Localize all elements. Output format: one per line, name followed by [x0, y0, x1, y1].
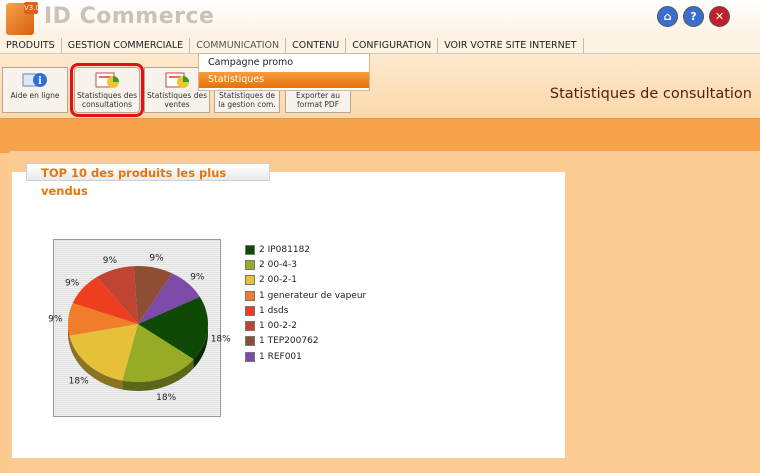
- legend-item: 1 00-2-2: [245, 318, 366, 333]
- tool-label: Aide en ligne: [10, 91, 60, 100]
- menu-gestion-commerciale[interactable]: GESTION COMMERCIALE: [62, 38, 191, 53]
- pie-percent-label: 9%: [149, 254, 164, 264]
- tool-label: Statistiques des consultations: [77, 91, 137, 109]
- panel-title: TOP 10 des produits les plus vendus: [26, 163, 270, 198]
- pie-percent-label: 18%: [69, 377, 89, 387]
- legend-label: 1 TEP200762: [259, 336, 319, 347]
- legend-label: 1 REF001: [259, 351, 302, 362]
- legend-swatch: [245, 275, 255, 286]
- pie-percent-label: 9%: [103, 256, 118, 266]
- main-menu: PRODUITS GESTION COMMERCIALE COMMUNICATI…: [0, 38, 760, 54]
- legend-swatch: [245, 351, 255, 362]
- pie-chart: 18% 18% 18% 9% 9% 9% 9% 9%: [48, 254, 231, 403]
- menu-communication[interactable]: COMMUNICATION: [190, 38, 287, 53]
- help-icon[interactable]: ?: [683, 6, 704, 27]
- pie-percent-label: 18%: [211, 335, 231, 345]
- content-band: [0, 119, 760, 153]
- stats-chart-icon: [164, 71, 190, 89]
- pie-percent-label: 18%: [156, 393, 176, 403]
- legend-item: 2 00-2-1: [245, 273, 366, 288]
- legend-swatch: [245, 259, 255, 270]
- legend-label: 2 IP081182: [259, 244, 311, 255]
- menu-contenu[interactable]: CONTENU: [286, 38, 347, 53]
- info-icon: i: [22, 71, 48, 89]
- tool-label: Statistiques de la gestion com.: [218, 91, 276, 109]
- legend-item: 1 REF001: [245, 349, 366, 364]
- pie-percent-label: 9%: [48, 314, 63, 324]
- help-online-button[interactable]: i Aide en ligne: [2, 67, 68, 113]
- dropdown-item-statistiques[interactable]: Statistiques: [199, 72, 369, 88]
- chart-legend: 2 IP081182 2 00-4-3 2 00-2-1 1 generateur d…: [245, 242, 366, 364]
- legend-item: 2 00-4-3: [245, 257, 366, 272]
- tool-label: Exporter au format PDF: [296, 91, 340, 109]
- close-icon[interactable]: ✕: [709, 6, 730, 27]
- pie-percent-label: 9%: [190, 272, 205, 282]
- version-badge: V3.0: [24, 2, 40, 14]
- header-actions: ⌂ ? ✕: [657, 6, 730, 27]
- brand-title: ID Commerce: [44, 4, 215, 29]
- legend-item: 1 generateur de vapeur: [245, 288, 366, 303]
- legend-label: 2 00-4-3: [259, 259, 297, 270]
- legend-label: 1 00-2-2: [259, 321, 297, 332]
- toolbar: i Aide en ligne Statistiques des consult…: [0, 54, 760, 120]
- pie-percent-label: 9%: [65, 279, 80, 289]
- legend-swatch: [245, 336, 255, 347]
- legend-label: 1 dsds: [259, 305, 289, 316]
- legend-item: 1 dsds: [245, 303, 366, 318]
- legend-swatch: [245, 290, 255, 301]
- stats-consultations-button[interactable]: Statistiques des consultations: [70, 63, 144, 117]
- stats-chart-icon: [94, 71, 120, 89]
- legend-swatch: [245, 244, 255, 255]
- tool-label: Statistiques des ventes: [147, 91, 207, 109]
- svg-text:i: i: [38, 76, 42, 87]
- communication-dropdown: Campagne promo Statistiques: [198, 53, 370, 91]
- dropdown-item-campagne-promo[interactable]: Campagne promo: [199, 55, 369, 71]
- page-title: Statistiques de consultation: [549, 86, 752, 102]
- legend-item: 1 TEP200762: [245, 334, 366, 349]
- legend-item: 2 IP081182: [245, 242, 366, 257]
- legend-label: 2 00-2-1: [259, 275, 297, 286]
- legend-label: 1 generateur de vapeur: [259, 290, 367, 301]
- legend-swatch: [245, 305, 255, 316]
- menu-produits[interactable]: PRODUITS: [0, 38, 62, 53]
- legend-swatch: [245, 321, 255, 332]
- menu-voir-site[interactable]: VOIR VOTRE SITE INTERNET: [438, 38, 584, 53]
- menu-configuration[interactable]: CONFIGURATION: [346, 38, 439, 53]
- home-icon[interactable]: ⌂: [657, 6, 678, 27]
- app-header: V3.0 ID Commerce ⌂ ? ✕: [0, 0, 760, 38]
